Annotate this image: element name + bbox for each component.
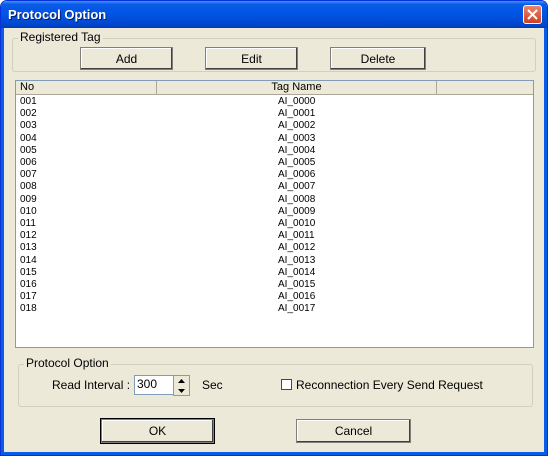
- reconnection-checkbox[interactable]: [281, 379, 292, 390]
- table-row[interactable]: 005 AI_0004: [16, 144, 533, 156]
- table-row[interactable]: 017 AI_0016: [16, 291, 533, 303]
- tag-name-cell: AI_0009: [278, 205, 316, 217]
- title-bar[interactable]: Protocol Option: [1, 1, 547, 28]
- tag-name-cell: AI_0000: [278, 96, 316, 107]
- spin-up-button[interactable]: [174, 376, 189, 385]
- tag-name-cell: AI_0015: [278, 279, 316, 290]
- tag-name-cell: AI_0004: [278, 144, 316, 156]
- tag-no-cell: 010: [20, 205, 37, 217]
- table-row[interactable]: 011 AI_0010: [16, 218, 533, 229]
- tag-no-cell: 011: [20, 218, 36, 229]
- add-button[interactable]: Add: [80, 47, 173, 70]
- table-row[interactable]: 013 AI_0012: [16, 242, 533, 254]
- tag-no-cell: 016: [20, 279, 37, 290]
- ok-button-label: OK: [148, 424, 167, 438]
- tag-name-cell: AI_0013: [278, 254, 316, 266]
- table-row[interactable]: 004 AI_0003: [16, 132, 533, 144]
- edit-button-label: Edit: [241, 51, 262, 66]
- protocol-option-label: Protocol Option: [24, 356, 111, 370]
- tag-no-cell: 012: [20, 230, 37, 242]
- column-header-tag-name-label: Tag Name: [271, 81, 322, 93]
- window-frame-left: [1, 28, 4, 455]
- tag-no-cell: 003: [20, 120, 37, 132]
- read-interval-label: Read Interval :: [52, 378, 131, 392]
- close-button[interactable]: [523, 5, 542, 24]
- tag-no-cell: 014: [20, 254, 37, 266]
- tag-no-cell: 008: [20, 181, 37, 193]
- table-row[interactable]: 002 AI_0001: [16, 108, 533, 120]
- table-row[interactable]: 007 AI_0006: [16, 169, 533, 181]
- tag-name-cell: AI_0017: [278, 303, 316, 315]
- table-row[interactable]: 014 AI_0013: [16, 254, 533, 266]
- tag-no-cell: 004: [20, 132, 37, 144]
- ok-button[interactable]: OK: [101, 419, 214, 443]
- tag-name-cell: AI_0002: [278, 120, 316, 132]
- tag-no-cell: 006: [20, 157, 37, 168]
- cancel-button-label: Cancel: [334, 424, 373, 438]
- window-title: Protocol Option: [8, 7, 107, 22]
- tag-name-cell: AI_0008: [278, 193, 316, 205]
- tag-name-cell: AI_0001: [278, 108, 316, 120]
- delete-button-label: Delete: [360, 51, 396, 66]
- tag-name-cell: AI_0007: [278, 181, 316, 193]
- table-row[interactable]: 009 AI_0008: [16, 193, 533, 205]
- tag-no-cell: 013: [20, 242, 37, 254]
- tag-no-cell: 001: [20, 96, 37, 107]
- add-button-label: Add: [115, 51, 138, 66]
- tag-name-cell: AI_0003: [278, 132, 316, 144]
- tag-list[interactable]: No Tag Name 001 AI_0000 002 AI_0001 003 AI_00…: [15, 80, 534, 348]
- arrow-down-icon: [178, 388, 185, 393]
- column-header-tag-name[interactable]: Tag Name: [157, 81, 437, 94]
- tag-no-cell: 015: [20, 266, 37, 278]
- arrow-up-icon: [178, 378, 185, 383]
- column-header-no-label: No: [20, 81, 35, 93]
- delete-button[interactable]: Delete: [330, 47, 426, 70]
- tag-name-cell: AI_0010: [278, 218, 316, 229]
- tag-no-cell: 007: [20, 169, 37, 181]
- table-row[interactable]: 010 AI_0009: [16, 205, 533, 217]
- table-row[interactable]: 012 AI_0011: [16, 230, 533, 242]
- read-interval-value: 300: [137, 377, 158, 391]
- spin-down-button[interactable]: [174, 386, 189, 395]
- table-row[interactable]: 003 AI_0002: [16, 120, 533, 132]
- tag-name-cell: AI_0012: [278, 242, 316, 254]
- table-row[interactable]: 001 AI_0000: [16, 96, 533, 107]
- tag-name-cell: AI_0011: [278, 230, 315, 242]
- column-header-no[interactable]: No: [16, 81, 157, 94]
- table-row[interactable]: 008 AI_0007: [16, 181, 533, 193]
- tag-name-cell: AI_0005: [278, 157, 316, 168]
- table-row[interactable]: 015 AI_0014: [16, 266, 533, 278]
- window-frame-right: [544, 28, 547, 455]
- sec-unit-label: Sec: [202, 378, 223, 392]
- table-row[interactable]: 016 AI_0015: [16, 279, 533, 290]
- registered-tag-label: Registered Tag: [18, 30, 103, 44]
- tag-no-cell: 009: [20, 193, 37, 205]
- protocol-option-dialog: Protocol Option Registered Tag Add Edit …: [0, 0, 548, 456]
- read-interval-spinner[interactable]: [173, 375, 190, 396]
- tag-no-cell: 018: [20, 303, 37, 315]
- close-icon: [527, 9, 538, 20]
- read-interval-input[interactable]: 300: [134, 375, 174, 395]
- table-row[interactable]: 006 AI_0005: [16, 157, 533, 168]
- table-row[interactable]: 018 AI_0017: [16, 303, 533, 315]
- tag-no-cell: 002: [20, 108, 37, 120]
- reconnection-label[interactable]: Reconnection Every Send Request: [296, 378, 483, 392]
- cancel-button[interactable]: Cancel: [296, 419, 411, 443]
- tag-name-cell: AI_0006: [278, 169, 316, 181]
- tag-no-cell: 017: [20, 291, 37, 303]
- window-frame-bottom: [1, 452, 547, 455]
- tag-name-cell: AI_0016: [278, 291, 316, 303]
- tag-no-cell: 005: [20, 144, 37, 156]
- edit-button[interactable]: Edit: [205, 47, 298, 70]
- list-header: No Tag Name: [16, 81, 533, 95]
- tag-name-cell: AI_0014: [278, 266, 316, 278]
